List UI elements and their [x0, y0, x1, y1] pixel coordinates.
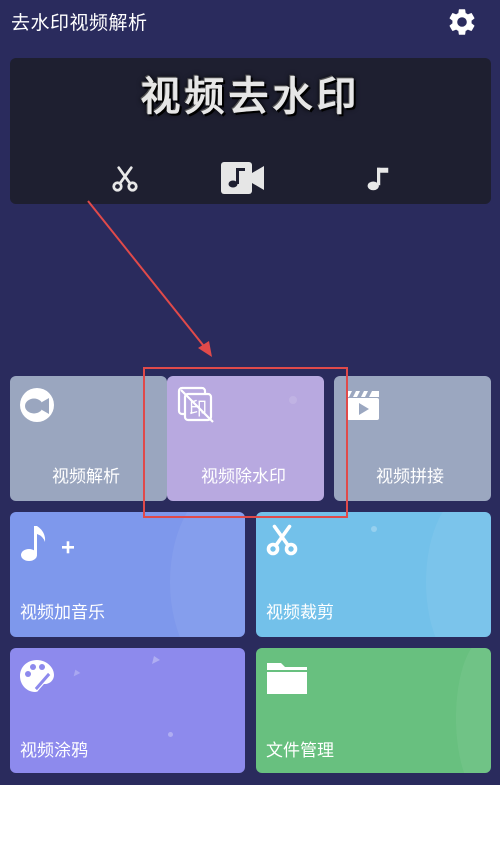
tile-add-music[interactable]: 视频加音乐 [10, 512, 245, 637]
camera-lens-icon [20, 388, 54, 422]
tile-video-doodle[interactable]: 视频涂鸦 [10, 648, 245, 773]
tile-label: 视频加音乐 [20, 603, 105, 623]
tile-label: 视频解析 [52, 467, 120, 487]
tile-video-merge[interactable]: 视频拼接 [334, 376, 491, 501]
tile-file-manager[interactable]: 文件管理 [256, 648, 491, 773]
decor-shape [170, 512, 245, 637]
tile-label: 视频拼接 [376, 467, 444, 487]
gear-icon[interactable] [446, 6, 478, 38]
decor-triangle [73, 669, 81, 677]
decor-shape [456, 648, 491, 773]
palette-icon [20, 660, 54, 692]
music-note-icon [367, 167, 389, 191]
decor-triangle [152, 656, 160, 664]
video-music-icon [221, 162, 264, 194]
tile-label: 文件管理 [266, 741, 334, 761]
banner: 视频去水印 [10, 58, 491, 204]
scissors-icon [112, 166, 138, 192]
folder-icon [267, 663, 307, 694]
app-title: 去水印视频解析 [11, 12, 148, 34]
scissors-icon [266, 524, 298, 556]
bottom-area [0, 785, 500, 862]
tile-label: 视频涂鸦 [20, 741, 88, 761]
banner-title: 视频去水印 [140, 73, 361, 120]
clapperboard-icon [347, 391, 379, 420]
decor-shape [426, 512, 491, 637]
highlight-box [143, 367, 348, 518]
decor-dot [168, 732, 173, 737]
tile-video-crop[interactable]: 视频裁剪 [256, 512, 491, 637]
decor-dot [371, 526, 377, 532]
tile-label: 视频裁剪 [266, 603, 334, 623]
music-plus-icon [21, 526, 74, 561]
